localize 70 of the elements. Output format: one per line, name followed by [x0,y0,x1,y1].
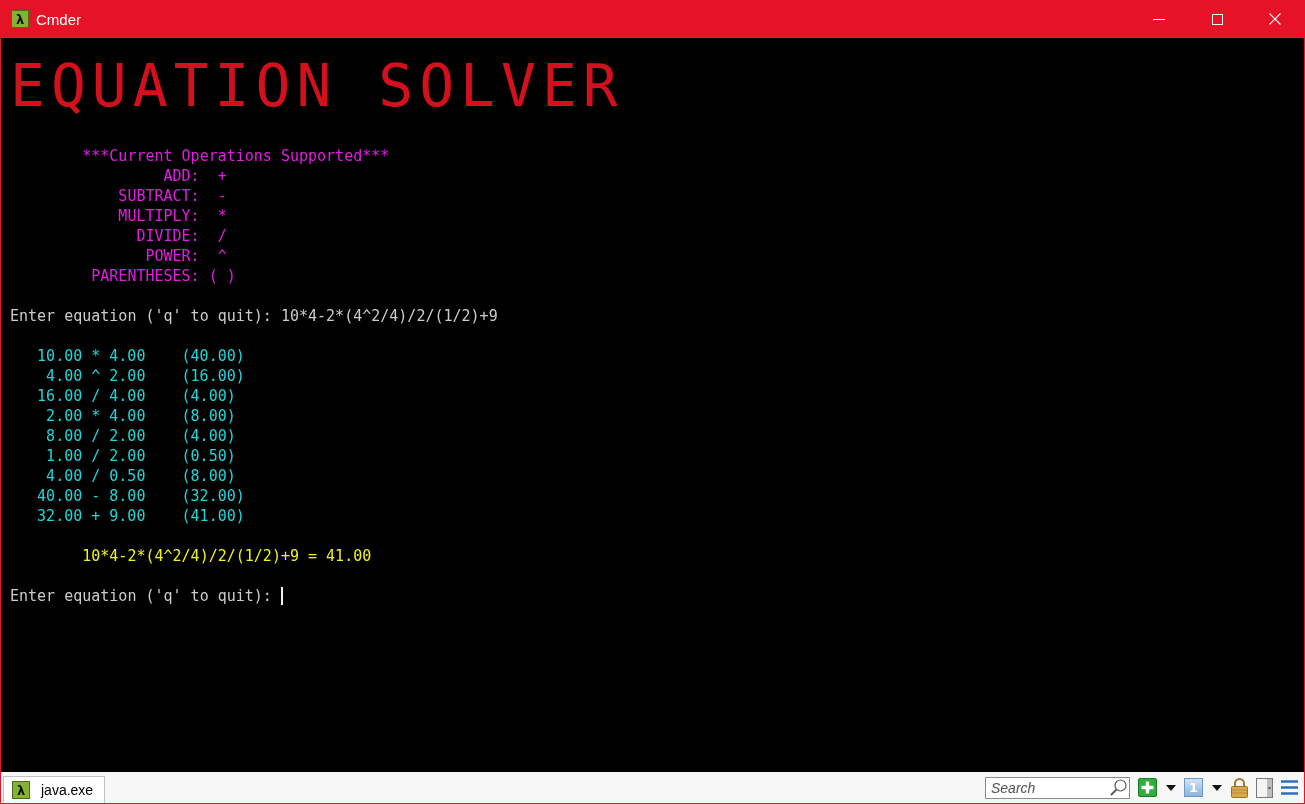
step-right-operand: 2.00 [109,427,146,445]
operation-label: DIVIDE: [136,227,200,245]
operation-symbol: + [217,167,227,185]
close-icon [1269,13,1281,25]
lock-icon[interactable] [1231,777,1248,798]
operation-symbol: - [217,187,227,205]
step-result: (16.00) [181,367,245,385]
menu-icon[interactable] [1281,780,1298,795]
operation-label: ADD: [163,167,200,185]
step-operator: / [91,387,101,405]
banner-title: EQUATION SOLVER [10,52,624,120]
step-result: (32.00) [181,487,245,505]
step-result: (41.00) [181,507,245,525]
minimize-icon [1153,18,1165,20]
operations-heading: ***Current Operations Supported*** [82,147,390,165]
step-right-operand: 2.00 [109,447,146,465]
prompt-text: Enter equation ('q' to quit): [10,306,272,326]
prompt-text: Enter equation ('q' to quit): [10,586,272,606]
operation-symbol: * [217,207,227,225]
step-right-operand: 9.00 [109,507,146,525]
maximize-icon [1211,13,1223,25]
step-left-operand: 1.00 [46,447,83,465]
step-left-operand: 4.00 [46,367,83,385]
operation-label: SUBTRACT: [118,187,200,205]
step-result: (40.00) [181,347,245,365]
lambda-logo: λ [11,10,29,28]
step-left-operand: 8.00 [46,427,83,445]
step-operator: * [91,407,101,425]
operation-symbol: / [217,227,227,245]
step-result: (8.00) [181,467,236,485]
step-right-operand: 4.00 [109,387,146,405]
lambda-logo: λ [12,781,30,799]
step-left-operand: 40.00 [37,487,83,505]
step-operator: - [91,487,101,505]
text-cursor [280,587,283,605]
step-result: (4.00) [181,427,236,445]
console-tab[interactable]: λ java.exe [3,776,106,803]
step-right-operand: 4.00 [109,407,146,425]
step-right-operand: 2.00 [109,367,146,385]
step-result: (4.00) [181,387,236,405]
step-right-operand: 8.00 [109,487,146,505]
window-title: Cmder [36,10,81,28]
step-right-operand: 0.50 [109,467,146,485]
step-operator: ^ [91,367,101,385]
operation-label: PARENTHESES: [91,267,200,285]
step-operator: + [91,507,101,525]
operation-symbol: ( ) [208,267,236,285]
step-left-operand: 2.00 [46,407,83,425]
step-operator: / [91,467,101,485]
step-operator: * [91,347,101,365]
operation-label: POWER: [145,247,200,265]
caret-icon[interactable] [1166,784,1176,791]
caret-icon[interactable] [1212,784,1222,791]
search-field[interactable]: Search [985,776,1130,799]
step-left-operand: 16.00 [37,387,83,405]
search-icon [1110,778,1127,796]
step-left-operand: 32.00 [37,507,83,525]
panel-icon[interactable] [1256,777,1273,798]
entered-equation: 10*4-2*(4^2/4)/2/(1/2)+9 [280,306,498,326]
plus-icon[interactable] [1138,778,1157,797]
step-operator: / [91,427,101,445]
result-line: 10*4-2*(4^2/4)/2/(1/2)+9 = 41.00 [82,547,372,565]
step-result: (0.50) [181,447,236,465]
step-right-operand: 4.00 [109,347,146,365]
step-result: (8.00) [181,407,236,425]
operation-symbol: ^ [217,247,227,265]
step-left-operand: 4.00 [46,467,83,485]
step-operator: / [91,447,101,465]
operation-label: MULTIPLY: [118,207,200,225]
step-left-operand: 10.00 [37,347,83,365]
